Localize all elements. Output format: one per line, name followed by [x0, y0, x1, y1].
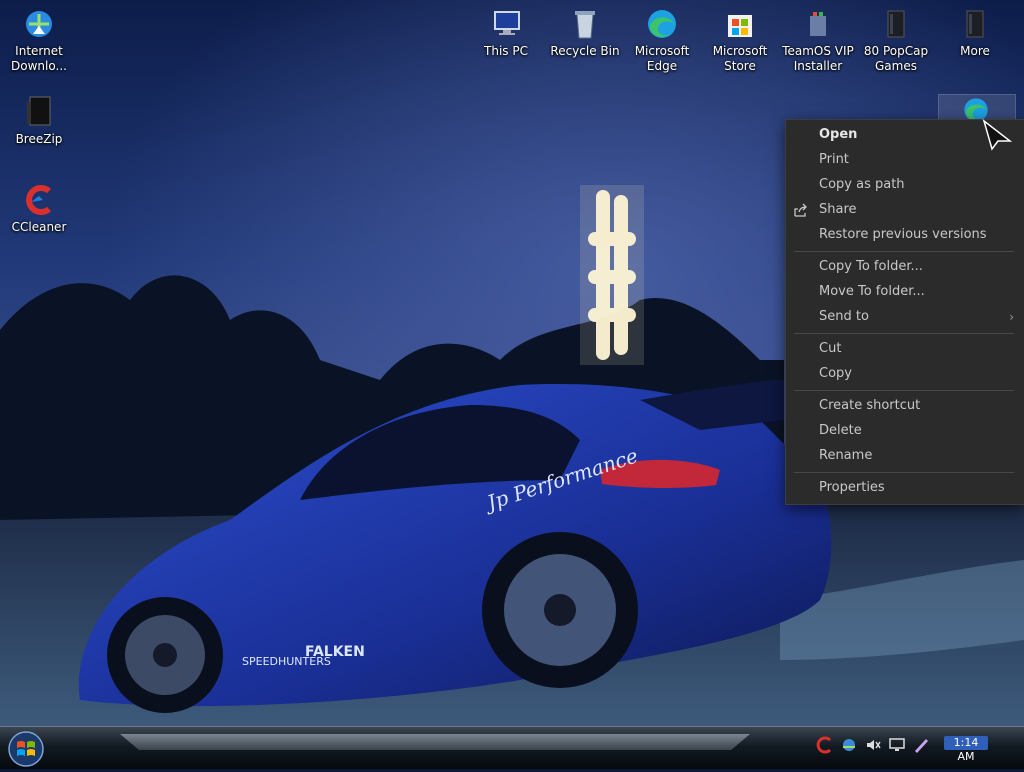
menu-item-share[interactable]: Share: [786, 198, 1024, 222]
menu-item-properties[interactable]: Properties: [786, 476, 1024, 500]
desktop-icon-label: Microsoft Edge: [634, 44, 690, 73]
desktop-icon-microsoft-edge[interactable]: Microsoft Edge: [623, 6, 701, 74]
menu-item-rename[interactable]: Rename: [786, 444, 1024, 468]
menu-item-send-to[interactable]: Send to ›: [786, 305, 1024, 329]
menu-item-label: Cut: [819, 341, 842, 356]
menu-item-create-shortcut[interactable]: Create shortcut: [786, 394, 1024, 418]
menu-item-print[interactable]: Print: [786, 148, 1024, 172]
menu-item-label: Properties: [819, 480, 885, 495]
menu-separator: [794, 472, 1014, 473]
menu-item-label: Restore previous versions: [819, 227, 987, 242]
desktop-icon-label: CCleaner: [11, 220, 67, 234]
recycle-bin-icon: [567, 6, 603, 42]
mouse-cursor-icon: [982, 119, 1012, 151]
installer-icon: [800, 6, 836, 42]
share-icon: [794, 203, 807, 217]
menu-separator: [794, 251, 1014, 252]
menu-item-label: Create shortcut: [819, 398, 921, 413]
svg-text:FALKEN: FALKEN: [305, 644, 365, 660]
context-menu: Open Print Copy as path Share Restore pr…: [785, 119, 1024, 505]
menu-item-label: Send to: [819, 309, 869, 324]
menu-item-label: Copy: [819, 366, 852, 381]
desktop-icon-idm[interactable]: Internet Downlo...: [0, 6, 78, 74]
idm-icon: [21, 6, 57, 42]
menu-item-move-to-folder[interactable]: Move To folder...: [786, 280, 1024, 304]
desktop-icon-label: More: [960, 44, 990, 58]
desktop-icon-ccleaner[interactable]: CCleaner: [0, 182, 78, 235]
computer-icon: [488, 6, 524, 42]
menu-item-cut[interactable]: Cut: [786, 337, 1024, 361]
ccleaner-icon: [21, 182, 57, 218]
menu-item-delete[interactable]: Delete: [786, 419, 1024, 443]
desktop-icon-recycle-bin[interactable]: Recycle Bin: [546, 6, 624, 59]
ccleaner-icon[interactable]: [816, 736, 834, 754]
menu-separator: [794, 390, 1014, 391]
desktop-icon-more[interactable]: More: [936, 6, 1014, 59]
desktop-icon-microsoft-store[interactable]: Microsoft Store: [701, 6, 779, 74]
desktop-icon-label: This PC: [484, 44, 528, 58]
desktop-icon-label: Internet Downlo...: [11, 44, 67, 73]
display-icon[interactable]: [888, 736, 906, 754]
menu-item-label: Copy To folder...: [819, 259, 923, 274]
desktop-icon-breezip[interactable]: BreeZip: [0, 94, 78, 147]
desktop-icon-popcap-games[interactable]: 80 PopCap Games: [857, 6, 935, 74]
volume-mute-icon[interactable]: [864, 736, 882, 754]
start-button[interactable]: [6, 730, 46, 768]
desktop-icon-teamos-installer[interactable]: TeamOS VIP Installer: [779, 6, 857, 74]
edge-icon: [644, 6, 680, 42]
breezip-icon: [21, 94, 57, 130]
desktop-icon-this-pc[interactable]: This PC: [467, 6, 545, 59]
pen-icon[interactable]: [912, 736, 930, 754]
desktop-icon-label: Microsoft Store: [712, 44, 768, 73]
taskbar-clock[interactable]: 1:14 AM: [944, 736, 988, 763]
desktop-icon-label: BreeZip: [15, 132, 63, 146]
folder-icon: [957, 6, 993, 42]
menu-item-copy[interactable]: Copy: [786, 362, 1024, 386]
menu-item-copy-as-path[interactable]: Copy as path: [786, 173, 1024, 197]
windows-logo-icon: [8, 731, 44, 767]
menu-item-label: Delete: [819, 423, 862, 438]
menu-item-label: Rename: [819, 448, 873, 463]
menu-item-restore-previous-versions[interactable]: Restore previous versions: [786, 223, 1024, 247]
menu-separator: [794, 333, 1014, 334]
menu-item-label: Copy as path: [819, 177, 905, 192]
system-tray: [812, 736, 942, 760]
chevron-right-icon: ›: [1009, 310, 1014, 324]
menu-item-label: Move To folder...: [819, 284, 925, 299]
menu-item-label: Print: [819, 152, 849, 167]
folder-icon: [878, 6, 914, 42]
taskbar-band: [120, 734, 750, 750]
network-icon[interactable]: [840, 736, 858, 754]
menu-item-label: Share: [819, 202, 857, 217]
menu-item-label: Open: [819, 127, 858, 142]
desktop-icon-label: 80 PopCap Games: [863, 44, 929, 73]
desktop-icon-label: TeamOS VIP Installer: [782, 44, 854, 73]
store-icon: [722, 6, 758, 42]
desktop-icon-label: Recycle Bin: [550, 44, 620, 58]
menu-item-copy-to-folder[interactable]: Copy To folder...: [786, 255, 1024, 279]
